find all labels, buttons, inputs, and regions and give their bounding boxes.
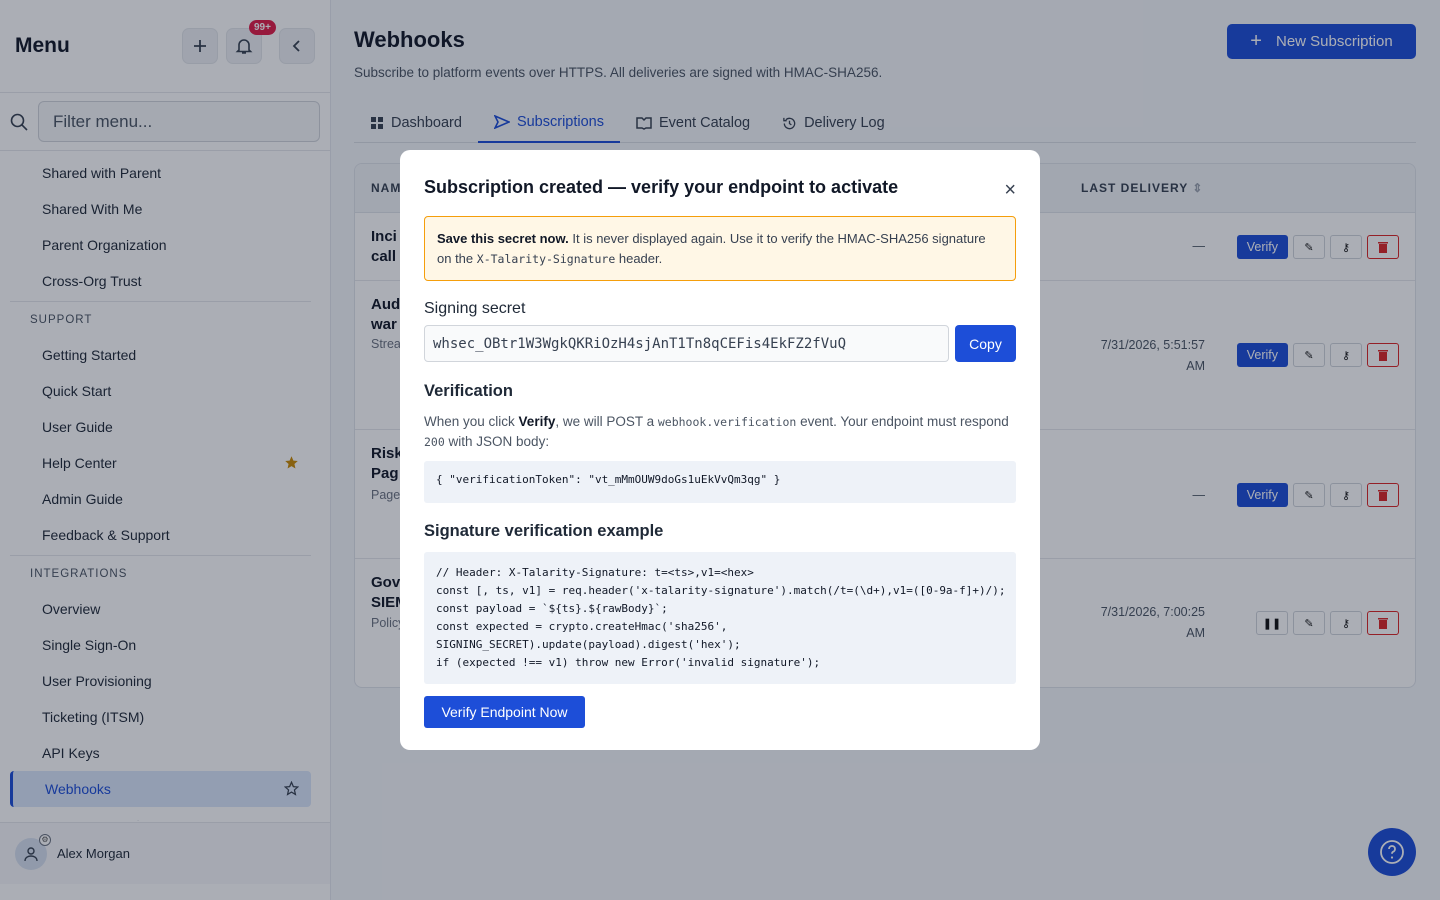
- verification-text-bold: Verify: [518, 414, 556, 429]
- signing-secret-row: whsec_OBtr1W3WgkQKRiOzH4sjAnT1Tn8qCEFis4…: [424, 325, 1016, 362]
- signing-secret-field[interactable]: whsec_OBtr1W3WgkQKRiOzH4sjAnT1Tn8qCEFis4…: [424, 325, 949, 362]
- verify-endpoint-now-button[interactable]: Verify Endpoint Now: [424, 696, 585, 728]
- signature-example-code: // Header: X-Talarity-Signature: t=<ts>,…: [424, 552, 1016, 684]
- warning-text-end: header.: [615, 251, 663, 266]
- verification-text: When you click Verify, we will POST a we…: [424, 412, 1016, 452]
- warning-header-code: X-Talarity-Signature: [476, 252, 616, 266]
- copy-button[interactable]: Copy: [955, 325, 1016, 362]
- verification-text-part: When you click: [424, 414, 519, 429]
- verification-heading: Verification: [424, 382, 513, 400]
- verification-text-part: with JSON body:: [444, 434, 550, 449]
- verification-event-code: webhook.verification: [657, 415, 797, 429]
- verification-text-part: , we will POST a: [555, 414, 658, 429]
- subscription-created-dialog: Subscription created — verify your endpo…: [400, 150, 1040, 750]
- signature-example-heading: Signature verification example: [424, 522, 664, 540]
- status-code: 200: [424, 435, 445, 449]
- json-body-code: { "verificationToken": "vt_mMmOUW9doGs1u…: [424, 461, 1016, 503]
- save-secret-warning: Save this secret now. It is never displa…: [424, 216, 1016, 281]
- warning-strong: Save this secret now.: [437, 231, 569, 246]
- close-icon[interactable]: ×: [1004, 180, 1016, 200]
- dialog-title: Subscription created — verify your endpo…: [424, 177, 899, 197]
- verification-text-part: event. Your endpoint must respond: [796, 414, 1009, 429]
- signing-secret-label: Signing secret: [424, 300, 526, 317]
